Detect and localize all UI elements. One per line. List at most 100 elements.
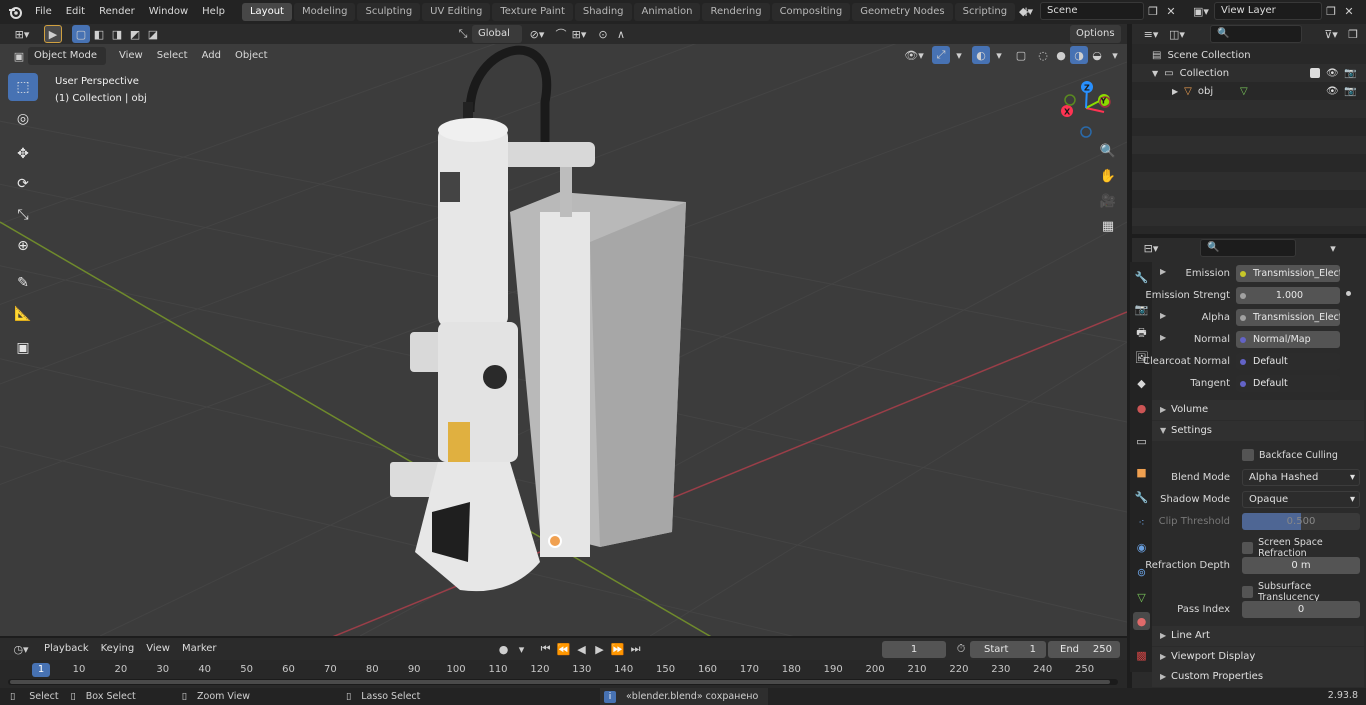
overlay-toggle-icon[interactable]: ◐ [972, 46, 990, 64]
tab-rendering[interactable]: Rendering [702, 3, 770, 21]
shading-wireframe-icon[interactable]: ◌ [1034, 46, 1052, 64]
scene-icon[interactable]: ◆▾ [1012, 2, 1040, 20]
cursor-tool-icon[interactable]: ◎ [8, 105, 38, 133]
xray-icon[interactable]: ▢ [1012, 46, 1030, 64]
object-tab-icon[interactable]: ■ [1133, 463, 1150, 481]
outliner-editor-icon[interactable]: ≡▾ [1138, 25, 1164, 43]
viewport-menu-object[interactable]: Object [228, 46, 275, 66]
menu-edit[interactable]: Edit [59, 0, 92, 24]
view-layer-icon[interactable]: ▣▾ [1188, 2, 1214, 20]
collection-checkbox-icon[interactable] [1310, 68, 1320, 78]
pan-hand-icon[interactable]: ✋ [1096, 165, 1120, 187]
select-mode-subtract-icon[interactable]: ◨ [108, 25, 126, 43]
filter-icon[interactable]: ⊽▾ [1318, 25, 1344, 43]
shading-dropdown-icon[interactable]: ▾ [1106, 46, 1124, 64]
editor-type-icon[interactable]: ⊞▾ [8, 25, 36, 43]
grid-perspective-icon[interactable]: ▦ [1096, 215, 1120, 237]
prev-keyframe-icon[interactable]: ⏪ [555, 640, 573, 658]
subsurface-row[interactable]: Subsurface Translucency [1242, 581, 1366, 603]
collection-tab-icon[interactable]: ▭ [1133, 432, 1150, 450]
jump-end-icon[interactable]: ⏭ [627, 640, 645, 658]
material-tab-icon[interactable]: ● [1133, 612, 1150, 630]
gizmo-toggle-icon[interactable]: ⤢ [932, 46, 950, 64]
transform-tool-icon[interactable]: ⊕ [8, 232, 38, 260]
tab-compositing[interactable]: Compositing [771, 3, 851, 21]
snap-icon[interactable]: ⌒ [552, 25, 570, 43]
play-reverse-icon[interactable]: ◀ [573, 640, 591, 658]
timeline-menu-view[interactable]: View [140, 640, 176, 658]
current-frame-field[interactable]: 1 [882, 641, 946, 658]
new-scene-icon[interactable]: ❐ [1144, 2, 1162, 20]
menu-file[interactable]: File [28, 0, 59, 24]
clip-threshold-slider[interactable]: 0.500 [1242, 513, 1360, 530]
timeline[interactable]: 1 10 20 30 40 50 60 70 80 90 100 110 120 130 140 150 160… [0, 660, 1127, 688]
gizmo-dropdown-icon[interactable]: ▾ [950, 46, 968, 64]
scene-tab-icon[interactable]: ◆ [1133, 374, 1150, 392]
rotate-tool-icon[interactable]: ⟳ [8, 170, 38, 198]
tab-shading[interactable]: Shading [574, 3, 632, 21]
tab-texture-paint[interactable]: Texture Paint [492, 3, 573, 21]
end-frame-field[interactable]: End 250 [1048, 641, 1120, 658]
tweak-tool-icon[interactable]: ▶ [44, 25, 62, 43]
jump-start-icon[interactable]: ⏮ [537, 640, 555, 658]
scene-field[interactable]: Scene [1040, 2, 1144, 20]
select-mode-intersect-icon[interactable]: ◪ [144, 25, 162, 43]
ssr-checkbox[interactable] [1242, 542, 1254, 554]
stopwatch-icon[interactable]: ⏱ [952, 640, 970, 658]
snap-target-icon[interactable]: ⊞▾ [570, 25, 588, 43]
next-keyframe-icon[interactable]: ⏩ [609, 640, 627, 658]
annotate-tool-icon[interactable]: ✎ [8, 269, 38, 297]
expand-collection-icon[interactable]: ▼ [1152, 69, 1158, 78]
tab-sculpting[interactable]: Sculpting [357, 3, 421, 21]
expand-obj-icon[interactable]: ▶ [1172, 87, 1178, 96]
timeline-menu-keying[interactable]: Keying [95, 640, 141, 658]
camera-icon[interactable]: 🎥 [1096, 190, 1120, 212]
modifier-tab-icon[interactable]: 🔧 [1133, 488, 1150, 506]
shadow-mode-dropdown[interactable]: Opaque ▾ [1242, 491, 1360, 508]
record-icon[interactable]: ● [495, 640, 513, 658]
play-icon[interactable]: ▶ [591, 640, 609, 658]
timeline-editor-icon[interactable]: ◷▾ [8, 640, 34, 658]
options-dropdown[interactable]: Options [1070, 25, 1121, 43]
properties-options-icon[interactable]: ▾ [1324, 239, 1342, 257]
view-layer-field[interactable]: View Layer [1214, 2, 1322, 20]
alpha-field[interactable]: Transmission_Electr... [1236, 309, 1340, 326]
select-mode-invert-icon[interactable]: ◩ [126, 25, 144, 43]
collection-render-icon[interactable]: 📷 [1344, 68, 1356, 79]
record-options-icon[interactable]: ▾ [513, 640, 531, 658]
tangent-field[interactable]: Default [1236, 375, 1340, 392]
new-view-layer-icon[interactable]: ❐ [1322, 2, 1340, 20]
keyframe-dot-icon[interactable] [1346, 291, 1351, 296]
data-tab-icon[interactable]: ▽ [1133, 588, 1150, 606]
start-frame-field[interactable]: Start 1 [970, 641, 1046, 658]
display-mode-icon[interactable]: ◫▾ [1164, 25, 1190, 43]
visibility-icon[interactable]: 👁▾ [900, 46, 928, 64]
microscope-model[interactable] [0, 42, 1127, 636]
collection-visibility-icon[interactable]: 👁 [1326, 68, 1339, 79]
timeline-menu-marker[interactable]: Marker [176, 640, 223, 658]
orientation-dropdown[interactable]: Global [472, 25, 522, 43]
tab-geometry-nodes[interactable]: Geometry Nodes [852, 3, 953, 21]
blender-logo-icon[interactable] [6, 3, 24, 21]
new-collection-icon[interactable]: ❐ [1344, 25, 1362, 43]
navigation-gizmo[interactable]: Y X Z [1056, 78, 1116, 138]
render-tab-icon[interactable]: 📷 [1133, 300, 1150, 318]
obj-render-icon[interactable]: 📷 [1344, 86, 1356, 97]
refraction-depth-field[interactable]: 0 m [1242, 557, 1360, 574]
shading-solid-icon[interactable]: ● [1052, 46, 1070, 64]
outliner-row-scene-collection[interactable]: ▤ Scene Collection [1132, 46, 1366, 64]
falloff-icon[interactable]: ∧ [612, 25, 630, 43]
select-mode-extend-icon[interactable]: ◧ [90, 25, 108, 43]
normal-field[interactable]: Normal/Map [1236, 331, 1340, 348]
expand-alpha-icon[interactable]: ▶ [1160, 311, 1166, 320]
menu-window[interactable]: Window [142, 0, 195, 24]
texture-tab-icon[interactable]: ▩ [1133, 646, 1150, 664]
world-tab-icon[interactable]: ● [1133, 399, 1150, 417]
blend-mode-dropdown[interactable]: Alpha Hashed ▾ [1242, 469, 1360, 486]
physics-tab-icon[interactable]: ◉ [1133, 538, 1150, 556]
clearcoat-normal-field[interactable]: Default [1236, 353, 1340, 370]
add-cube-tool-icon[interactable]: ▣ [8, 334, 38, 362]
obj-visibility-icon[interactable]: 👁 [1326, 86, 1339, 97]
move-tool-icon[interactable]: ✥ [8, 140, 38, 168]
properties-search[interactable]: 🔍 [1200, 239, 1296, 257]
